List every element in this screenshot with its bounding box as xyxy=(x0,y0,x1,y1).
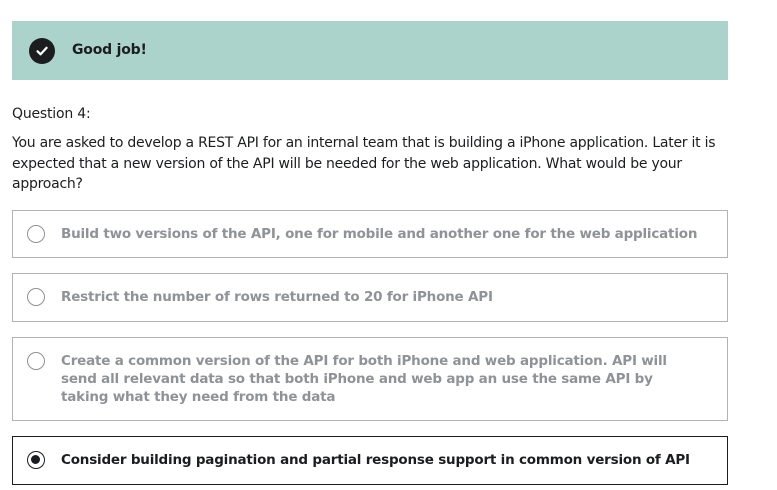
answer-label: Consider building pagination and partial… xyxy=(61,452,690,468)
answer-option-3[interactable]: Create a common version of the API for b… xyxy=(12,337,728,421)
radio-button[interactable] xyxy=(27,225,45,243)
answer-label: Create a common version of the API for b… xyxy=(61,353,667,405)
question-text: You are asked to develop a REST API for … xyxy=(12,135,716,192)
answer-option-1[interactable]: Build two versions of the API, one for m… xyxy=(12,210,728,258)
answer-label: Build two versions of the API, one for m… xyxy=(61,226,698,242)
question-number: Question 4: xyxy=(12,106,91,122)
answer-option-4[interactable]: Consider building pagination and partial… xyxy=(12,436,728,485)
answer-label: Restrict the number of rows returned to … xyxy=(61,289,493,305)
feedback-title: Good job! xyxy=(72,42,147,58)
check-circle-icon xyxy=(29,38,55,64)
feedback-banner: Good job! xyxy=(12,21,728,80)
radio-button[interactable] xyxy=(27,352,45,370)
radio-button[interactable] xyxy=(27,288,45,306)
radio-selected-dot xyxy=(31,455,40,464)
radio-button-selected[interactable] xyxy=(27,451,45,469)
answer-option-2[interactable]: Restrict the number of rows returned to … xyxy=(12,273,728,322)
